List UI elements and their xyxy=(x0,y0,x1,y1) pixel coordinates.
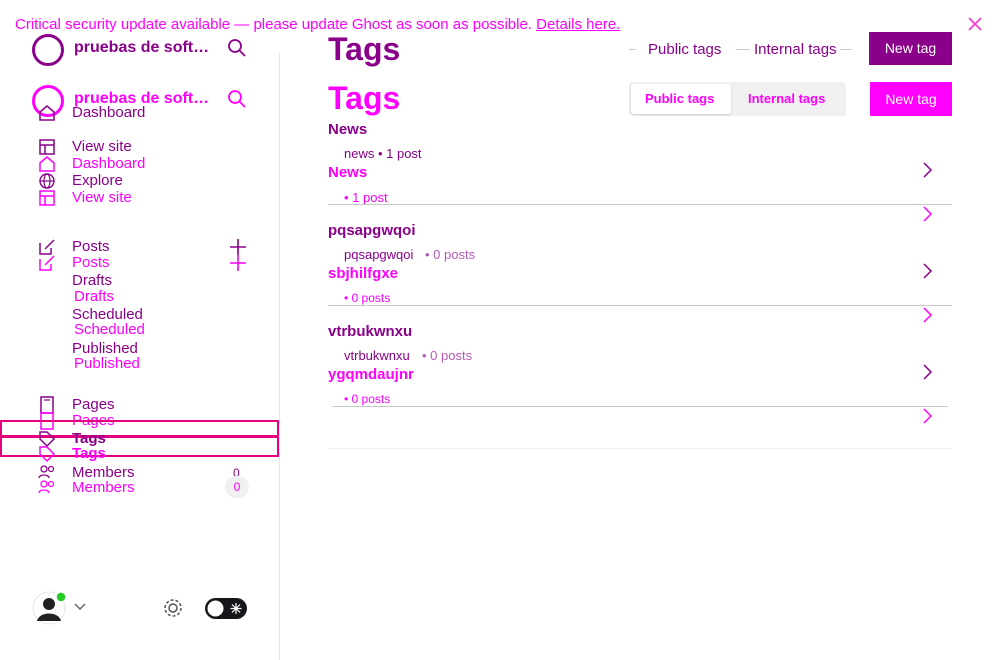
tab-separator xyxy=(736,49,750,50)
layout-icon xyxy=(38,138,56,156)
nav-explore[interactable]: Explore xyxy=(72,172,123,189)
plus-icon[interactable] xyxy=(229,254,247,272)
nav-posts-overlay[interactable]: Posts xyxy=(72,254,110,271)
new-tag-button-overlay[interactable]: New tag xyxy=(870,82,952,116)
chevron-right-icon[interactable] xyxy=(920,363,934,381)
tag-slug: pqsapgwqoi xyxy=(344,247,414,262)
page-title: Tags xyxy=(328,31,401,67)
tag-meta: news • 1 post xyxy=(344,146,422,161)
nav-published-overlay[interactable]: Published xyxy=(74,355,140,372)
nav-tags-overlay[interactable]: Tags xyxy=(72,445,106,462)
theme-toggle[interactable] xyxy=(205,598,247,619)
tab-separator xyxy=(629,49,636,50)
security-update-banner: Critical security update available — ple… xyxy=(15,16,620,33)
tag-name-overlay[interactable]: ygqmdaujnr xyxy=(328,366,414,383)
search-icon[interactable] xyxy=(227,38,247,58)
tab-public-tags-overlay[interactable]: Public tags xyxy=(645,91,714,106)
nav-members-overlay[interactable]: Members xyxy=(72,479,135,496)
row-divider xyxy=(332,406,948,407)
avatar[interactable] xyxy=(32,591,66,625)
site-logo xyxy=(32,34,64,66)
tag-name[interactable]: pqsapgwqoi xyxy=(328,222,416,239)
list-bottom-border xyxy=(328,448,952,449)
tab-separator xyxy=(840,49,852,50)
chevron-down-icon[interactable] xyxy=(73,602,87,612)
chevron-right-icon[interactable] xyxy=(920,407,934,425)
nav-pages[interactable]: Pages xyxy=(72,396,115,413)
members-count-badge: 0 xyxy=(225,476,249,498)
chevron-right-icon[interactable] xyxy=(920,306,934,324)
page-title-overlay: Tags xyxy=(328,80,401,116)
edit-icon xyxy=(38,254,56,272)
nav-view-site[interactable]: View site xyxy=(72,138,132,155)
row-divider xyxy=(328,305,952,306)
tab-internal-tags[interactable]: Internal tags xyxy=(754,41,837,58)
banner-details-link[interactable]: Details here. xyxy=(536,16,620,33)
banner-text: Critical security update available — ple… xyxy=(15,16,532,33)
tag-name[interactable]: vtrbukwnxu xyxy=(328,323,412,340)
search-icon[interactable] xyxy=(227,89,247,109)
tag-post-count: • 0 posts xyxy=(425,247,476,262)
members-icon xyxy=(38,479,56,495)
nav-drafts-overlay[interactable]: Drafts xyxy=(74,288,114,305)
layout-icon xyxy=(38,189,56,207)
tab-internal-tags-overlay[interactable]: Internal tags xyxy=(748,91,825,106)
chevron-right-icon[interactable] xyxy=(920,161,934,179)
tag-post-count: • 0 posts xyxy=(422,348,473,363)
gear-icon[interactable] xyxy=(162,597,184,619)
site-name: pruebas de soft… xyxy=(74,39,210,56)
new-tag-button[interactable]: New tag xyxy=(869,32,952,65)
close-icon[interactable] xyxy=(966,15,984,33)
nav-view-site-overlay[interactable]: View site xyxy=(72,189,132,206)
tag-name-overlay[interactable]: sbjhilfgxe xyxy=(328,265,398,282)
tag-icon xyxy=(38,445,56,463)
sidebar-divider xyxy=(279,52,280,660)
tag-meta-overlay: • 0 posts xyxy=(344,392,391,406)
nav-posts[interactable]: Posts xyxy=(72,238,110,255)
nav-dashboard[interactable]: Dashboard xyxy=(72,104,145,121)
chevron-right-icon[interactable] xyxy=(920,205,934,223)
tag-name-overlay[interactable]: News xyxy=(328,164,367,181)
globe-icon xyxy=(38,172,56,190)
row-divider xyxy=(328,204,952,205)
home-icon xyxy=(38,104,56,122)
nav-dashboard-overlay[interactable]: Dashboard xyxy=(72,155,145,172)
nav-drafts[interactable]: Drafts xyxy=(72,272,112,289)
tag-name[interactable]: News xyxy=(328,121,367,138)
tag-slug: vtrbukwnxu xyxy=(344,348,410,363)
home-icon xyxy=(38,155,56,173)
nav-scheduled-overlay[interactable]: Scheduled xyxy=(74,321,145,338)
tab-public-tags[interactable]: Public tags xyxy=(648,41,721,58)
tag-meta-overlay: • 1 post xyxy=(344,190,388,205)
chevron-right-icon[interactable] xyxy=(920,262,934,280)
tag-meta-overlay: • 0 posts xyxy=(344,291,391,305)
members-icon xyxy=(38,464,56,480)
